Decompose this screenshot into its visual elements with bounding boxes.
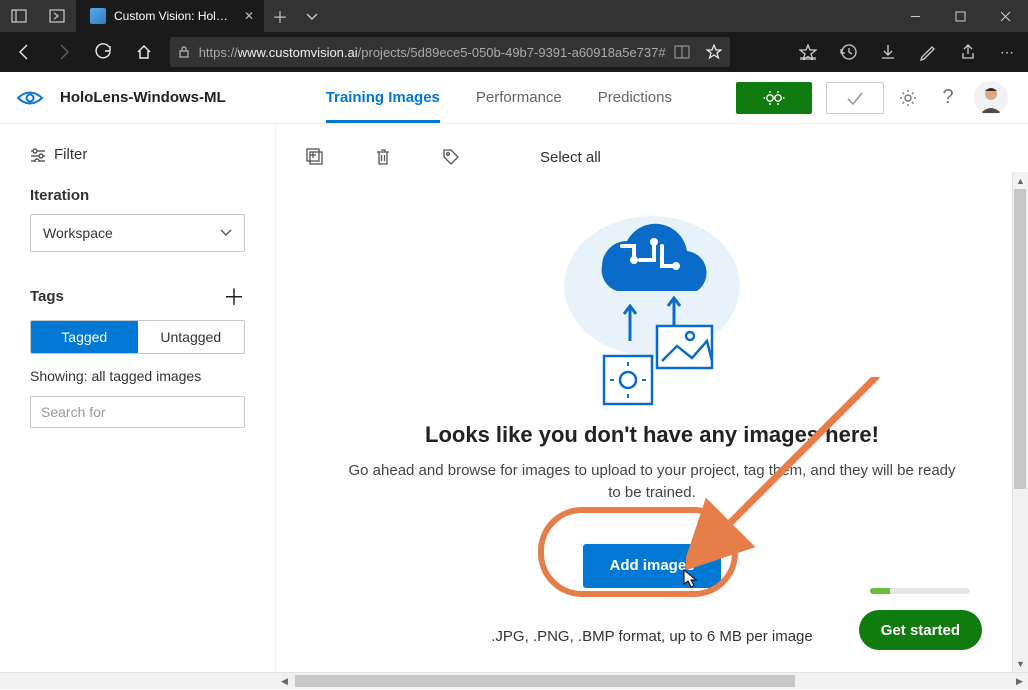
train-button[interactable]	[736, 82, 812, 114]
window-minimize-button[interactable]	[893, 0, 938, 32]
home-button[interactable]	[124, 32, 164, 72]
scroll-up-icon[interactable]: ▲	[1013, 172, 1028, 189]
tab-training-images[interactable]: Training Images	[326, 72, 440, 123]
scroll-left-icon[interactable]: ◀	[276, 673, 293, 690]
share-icon[interactable]	[948, 32, 988, 72]
tabs-aside-icon[interactable]	[0, 9, 38, 23]
filter-toggle[interactable]: Filter	[30, 146, 245, 163]
tab-overflow-icon[interactable]	[296, 0, 328, 32]
add-images-button[interactable]: Add images	[583, 544, 720, 588]
reading-view-icon[interactable]	[666, 45, 698, 59]
app-nav: Training Images Performance Predictions	[326, 72, 672, 123]
seg-untagged[interactable]: Untagged	[138, 321, 245, 353]
forward-button[interactable]	[44, 32, 84, 72]
more-icon[interactable]: ⋯	[988, 32, 1028, 72]
browser-titlebar: Custom Vision: HoloLen ✕ ＋	[0, 0, 1028, 32]
sidebar: Filter Iteration Workspace Tags ＋ Tagged…	[0, 124, 276, 672]
refresh-button[interactable]	[84, 32, 124, 72]
settings-icon[interactable]	[898, 88, 922, 108]
supported-formats: .JPG, .PNG, .BMP format, up to 6 MB per …	[491, 628, 813, 645]
tag-icon[interactable]	[442, 148, 460, 166]
notes-icon[interactable]	[908, 32, 948, 72]
empty-state: Looks like you don't have any images her…	[276, 172, 1028, 645]
new-tab-button[interactable]: ＋	[264, 0, 296, 32]
tag-search-input[interactable]	[30, 396, 245, 428]
vertical-scrollbar[interactable]: ▲ ▼	[1012, 172, 1028, 672]
chevron-down-icon	[220, 229, 232, 237]
customvision-logo-icon[interactable]	[16, 89, 44, 107]
tab-predictions[interactable]: Predictions	[598, 72, 672, 123]
tag-filter-segment: Tagged Untagged	[30, 320, 245, 354]
hscroll-thumb[interactable]	[295, 675, 795, 687]
window-close-button[interactable]	[983, 0, 1028, 32]
empty-illustration	[562, 206, 742, 406]
browser-tab[interactable]: Custom Vision: HoloLen ✕	[76, 0, 264, 32]
filter-label: Filter	[54, 146, 87, 163]
tab-favicon-icon	[90, 8, 106, 24]
onboarding-progress-fill	[870, 588, 890, 594]
iteration-value: Workspace	[43, 225, 113, 241]
get-started-button[interactable]: Get started	[859, 610, 982, 650]
showing-text: Showing: all tagged images	[30, 368, 245, 384]
image-toolbar: Select all	[276, 124, 1028, 172]
avatar[interactable]	[974, 81, 1008, 115]
main-area: Select all	[276, 124, 1028, 672]
app-header: HoloLens-Windows-ML Training Images Perf…	[0, 72, 1028, 124]
scroll-down-icon[interactable]: ▼	[1013, 655, 1028, 672]
address-field[interactable]: https://www.customvision.ai/projects/5d8…	[170, 37, 730, 67]
scroll-right-icon[interactable]: ▶	[1011, 673, 1028, 690]
help-icon[interactable]: ?	[936, 86, 960, 109]
empty-subtitle: Go ahead and browse for images to upload…	[342, 460, 962, 504]
lock-icon[interactable]	[170, 45, 199, 59]
horizontal-scrollbar[interactable]: ◀ ▶	[0, 672, 1028, 689]
tab-close-icon[interactable]: ✕	[244, 9, 254, 23]
window-maximize-button[interactable]	[938, 0, 983, 32]
favorite-icon[interactable]	[698, 44, 730, 60]
back-button[interactable]	[4, 32, 44, 72]
select-all-button[interactable]: Select all	[540, 149, 601, 166]
delete-icon[interactable]	[374, 148, 392, 166]
scroll-thumb[interactable]	[1014, 189, 1026, 489]
seg-tagged[interactable]: Tagged	[31, 321, 138, 353]
history-icon[interactable]	[828, 32, 868, 72]
add-images-label: Add images	[609, 557, 694, 574]
tab-title: Custom Vision: HoloLen	[114, 9, 234, 23]
set-aside-tabs-icon[interactable]	[38, 9, 76, 23]
tab-performance[interactable]: Performance	[476, 72, 562, 123]
get-started-panel: Get started	[859, 588, 982, 650]
quick-test-button[interactable]	[826, 82, 884, 114]
browser-addressbar-row: https://www.customvision.ai/projects/5d8…	[0, 32, 1028, 72]
tags-label: Tags	[30, 288, 64, 305]
iteration-dropdown[interactable]: Workspace	[30, 214, 245, 252]
favorites-hub-icon[interactable]	[788, 32, 828, 72]
empty-title: Looks like you don't have any images her…	[425, 422, 879, 448]
project-name[interactable]: HoloLens-Windows-ML	[60, 89, 226, 106]
onboarding-progress	[870, 588, 970, 594]
iteration-label: Iteration	[30, 187, 245, 204]
add-images-icon[interactable]	[306, 148, 324, 166]
downloads-icon[interactable]	[868, 32, 908, 72]
add-tag-icon[interactable]: ＋	[223, 280, 245, 312]
url-text: https://www.customvision.ai/projects/5d8…	[199, 45, 666, 60]
